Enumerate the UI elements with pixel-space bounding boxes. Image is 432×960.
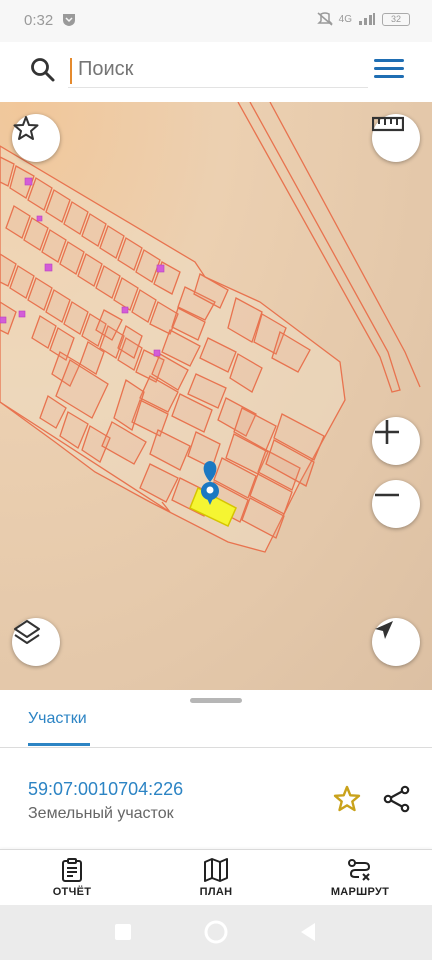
parcel-number[interactable]: 59:07:0010704:226 bbox=[28, 779, 183, 800]
system-navigation-bar bbox=[0, 905, 432, 960]
share-icon[interactable] bbox=[382, 784, 412, 814]
recent-apps-icon[interactable] bbox=[114, 923, 132, 941]
status-bar: 0:32 4G 32 bbox=[0, 0, 432, 42]
zoom-in-button[interactable] bbox=[372, 417, 420, 465]
back-icon[interactable] bbox=[298, 922, 318, 942]
star-icon[interactable] bbox=[332, 784, 362, 814]
status-time: 0:32 bbox=[24, 12, 54, 29]
text-cursor bbox=[70, 58, 72, 84]
mute-icon bbox=[316, 12, 333, 26]
shield-icon bbox=[63, 14, 75, 26]
ruler-icon bbox=[372, 116, 404, 132]
navigation-arrow-icon bbox=[375, 621, 393, 639]
clipboard-icon bbox=[62, 858, 82, 882]
plan-button[interactable]: ПЛАН bbox=[166, 856, 266, 906]
minus-icon bbox=[375, 493, 399, 497]
parcel-type: Земельный участок bbox=[28, 805, 174, 822]
plus-icon bbox=[375, 420, 399, 444]
bottom-navigation: ОТЧЁТ ПЛАН МАРШРУТ bbox=[0, 849, 432, 905]
search-input[interactable] bbox=[68, 52, 368, 88]
map-icon bbox=[204, 858, 228, 882]
plan-label: ПЛАН bbox=[199, 886, 233, 898]
cadastral-map[interactable] bbox=[0, 102, 432, 690]
signal-icon bbox=[359, 13, 375, 25]
report-label: ОТЧЁТ bbox=[52, 886, 92, 898]
favorites-button[interactable] bbox=[12, 114, 60, 162]
zoom-out-button[interactable] bbox=[372, 480, 420, 528]
star-icon bbox=[13, 116, 39, 140]
hamburger-menu-icon[interactable] bbox=[374, 56, 404, 82]
my-location-button[interactable] bbox=[372, 618, 420, 666]
home-icon[interactable] bbox=[204, 920, 228, 944]
route-label: МАРШРУТ bbox=[330, 886, 390, 898]
tab-parcels[interactable]: Участки bbox=[28, 710, 87, 728]
battery-icon: 32 bbox=[382, 12, 410, 26]
layers-icon bbox=[14, 620, 40, 644]
tab-indicator bbox=[28, 743, 90, 746]
route-button[interactable]: МАРШРУТ bbox=[310, 856, 410, 906]
search-icon[interactable] bbox=[30, 57, 56, 83]
panel-drag-handle[interactable] bbox=[190, 698, 242, 703]
network-type: 4G bbox=[338, 13, 352, 25]
parcel-layer bbox=[0, 102, 421, 553]
divider bbox=[0, 747, 432, 748]
layers-button[interactable] bbox=[12, 618, 60, 666]
ruler-button[interactable] bbox=[372, 114, 420, 162]
route-icon bbox=[348, 859, 371, 881]
report-button[interactable]: ОТЧЁТ bbox=[22, 856, 122, 906]
